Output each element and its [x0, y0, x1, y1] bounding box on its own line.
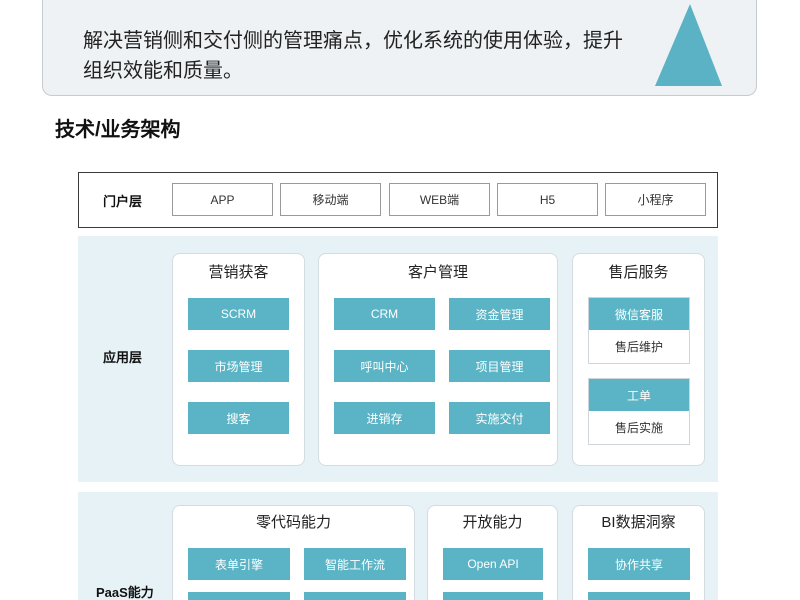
- portal-item-h5: H5: [497, 183, 598, 216]
- card-title: 零代码能力: [255, 514, 331, 531]
- card-no-code: 零代码能力 表单引擎 智能工作流: [172, 505, 415, 600]
- triangle-icon: [655, 4, 722, 86]
- module-box: CRM: [334, 298, 435, 330]
- service-head: 微信客服: [589, 298, 689, 330]
- capability-box-clipped: [304, 592, 406, 600]
- capability-box-clipped: [443, 592, 543, 600]
- module-box: 资金管理: [449, 298, 550, 330]
- portal-item-mobile: 移动端: [280, 183, 381, 216]
- capability-box: 智能工作流: [304, 548, 406, 580]
- paas-layer: PaaS能力 零代码能力 表单引擎 智能工作流 开放能力 Open API BI…: [78, 492, 718, 600]
- module-box: SCRM: [188, 298, 289, 330]
- portal-item-app: APP: [172, 183, 273, 216]
- service-head: 工单: [589, 379, 689, 411]
- page: 解决营销侧和交付侧的管理痛点，优化系统的使用体验，提升组织效能和质量。 技术/业…: [0, 0, 800, 600]
- portal-layer-label: 门户层: [103, 193, 143, 209]
- section-title: 技术/业务架构: [55, 119, 181, 141]
- portal-item-mini-program: 小程序: [605, 183, 706, 216]
- capability-box-clipped: [588, 592, 690, 600]
- service-group: 工单 售后实施: [588, 378, 690, 445]
- capability-box: 协作共享: [588, 548, 690, 580]
- portal-layer: 门户层 APP 移动端 WEB端 H5 小程序: [78, 172, 718, 228]
- service-group: 微信客服 售后维护: [588, 297, 690, 364]
- card-title: 开放能力: [462, 514, 523, 531]
- card-customer-management: 客户管理 CRM 资金管理 呼叫中心 项目管理 进销存 实施交付: [318, 253, 558, 466]
- portal-item-web: WEB端: [389, 183, 490, 216]
- module-box: 市场管理: [188, 350, 289, 382]
- capability-box-clipped: [188, 592, 290, 600]
- card-title: BI数据洞察: [601, 514, 676, 531]
- card-marketing: 营销获客 SCRM 市场管理 搜客: [172, 253, 305, 466]
- module-box: 呼叫中心: [334, 350, 435, 382]
- card-title: 客户管理: [407, 264, 468, 281]
- module-box: 实施交付: [449, 402, 550, 434]
- capability-box: 表单引擎: [188, 548, 290, 580]
- module-box: 项目管理: [449, 350, 550, 382]
- application-layer-label: 应用层: [103, 350, 143, 365]
- card-bi-insight: BI数据洞察 协作共享: [572, 505, 705, 600]
- card-title: 售后服务: [608, 264, 669, 281]
- card-title: 营销获客: [208, 264, 269, 281]
- intro-text: 解决营销侧和交付侧的管理痛点，优化系统的使用体验，提升组织效能和质量。: [83, 30, 623, 82]
- card-after-sales: 售后服务 微信客服 售后维护 工单 售后实施: [572, 253, 705, 466]
- module-box: 搜客: [188, 402, 289, 434]
- service-sub: 售后维护: [614, 340, 663, 354]
- module-box: 进销存: [334, 402, 435, 434]
- paas-layer-label: PaaS能力: [96, 585, 154, 600]
- capability-box: Open API: [443, 548, 543, 580]
- service-sub: 售后实施: [614, 421, 663, 435]
- card-open-capability: 开放能力 Open API: [427, 505, 558, 600]
- application-layer: 应用层 营销获客 SCRM 市场管理 搜客 客户管理 CRM 资金管理 呼叫中心…: [78, 236, 718, 482]
